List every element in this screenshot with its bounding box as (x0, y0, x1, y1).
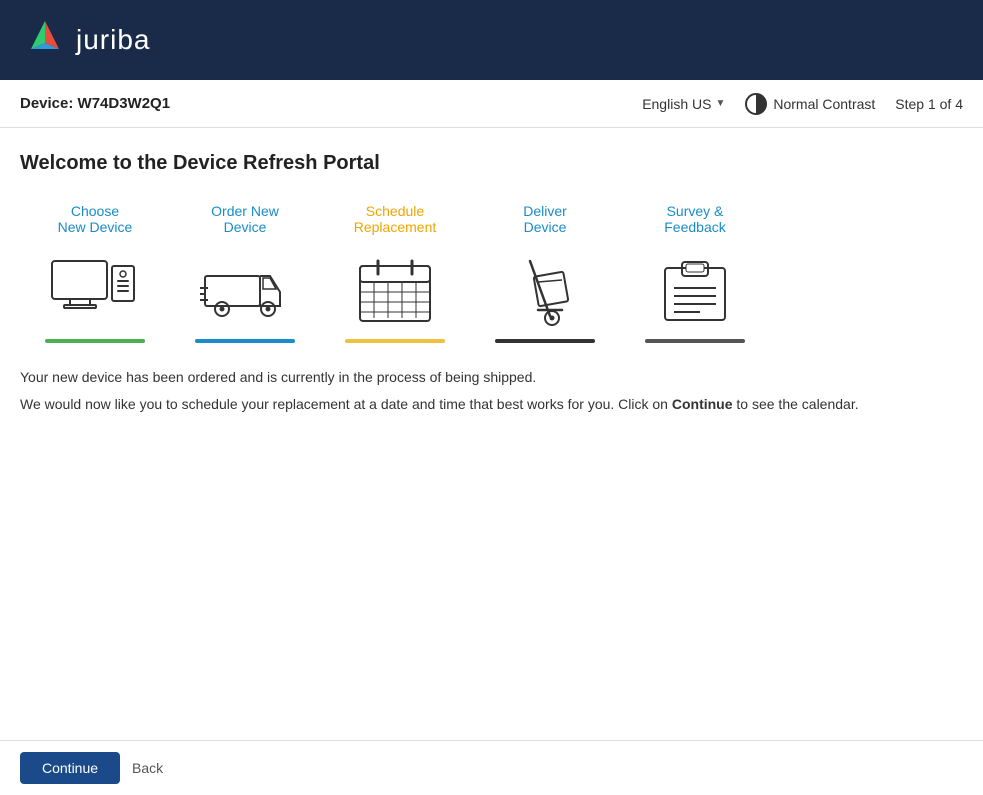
schedule-icon (350, 256, 440, 326)
logo-area: juriba (24, 19, 150, 61)
info-line2: We would now like you to schedule your r… (20, 394, 963, 415)
juriba-logo-icon (24, 19, 66, 61)
main-content: Welcome to the Device Refresh Portal Cho… (0, 128, 983, 441)
logo-text: juriba (76, 24, 150, 56)
step-schedule: ScheduleReplacement (320, 199, 470, 343)
step-survey: Survey &Feedback (620, 199, 770, 343)
welcome-title: Welcome to the Device Refresh Portal (20, 152, 963, 175)
language-label: English US (642, 96, 711, 112)
step-survey-icon-box (645, 251, 745, 331)
step-deliver-icon-box (495, 251, 595, 331)
step-choose-icon-box (45, 251, 145, 331)
contrast-toggle[interactable]: Normal Contrast (745, 93, 875, 115)
language-selector[interactable]: English US ▼ (642, 96, 725, 112)
step-order: Order NewDevice (170, 199, 320, 343)
step-order-label: Order NewDevice (211, 199, 279, 239)
language-dropdown-arrow: ▼ (715, 98, 725, 109)
step-deliver: DeliverDevice (470, 199, 620, 343)
deliver-icon (500, 256, 590, 326)
step-schedule-underline (345, 339, 445, 343)
info-line1: Your new device has been ordered and is … (20, 367, 963, 388)
choose-device-icon (50, 256, 140, 326)
step-survey-label: Survey &Feedback (664, 199, 725, 239)
footer: Continue Back (0, 740, 983, 795)
step-choose-underline (45, 339, 145, 343)
device-label: Device: W74D3W2Q1 (20, 95, 170, 112)
step-survey-underline (645, 339, 745, 343)
continue-button[interactable]: Continue (20, 752, 120, 784)
step-order-icon-box (195, 251, 295, 331)
steps-row: ChooseNew Device Order NewDev (20, 199, 963, 343)
step-indicator: Step 1 of 4 (895, 96, 963, 112)
step-choose: ChooseNew Device (20, 199, 170, 343)
back-button[interactable]: Back (132, 760, 163, 776)
sub-header-right: English US ▼ Normal Contrast Step 1 of 4 (642, 93, 963, 115)
contrast-label: Normal Contrast (773, 96, 875, 112)
continue-text-inline: Continue (672, 396, 733, 412)
step-order-underline (195, 339, 295, 343)
step-schedule-label: ScheduleReplacement (354, 199, 437, 239)
survey-icon (650, 256, 740, 326)
step-schedule-icon-box (345, 251, 445, 331)
contrast-icon (745, 93, 767, 115)
step-deliver-underline (495, 339, 595, 343)
step-choose-label: ChooseNew Device (58, 199, 133, 239)
order-device-icon (200, 256, 290, 326)
sub-header: Device: W74D3W2Q1 English US ▼ Normal Co… (0, 80, 983, 128)
step-deliver-label: DeliverDevice (523, 199, 567, 239)
top-nav: juriba (0, 0, 983, 80)
